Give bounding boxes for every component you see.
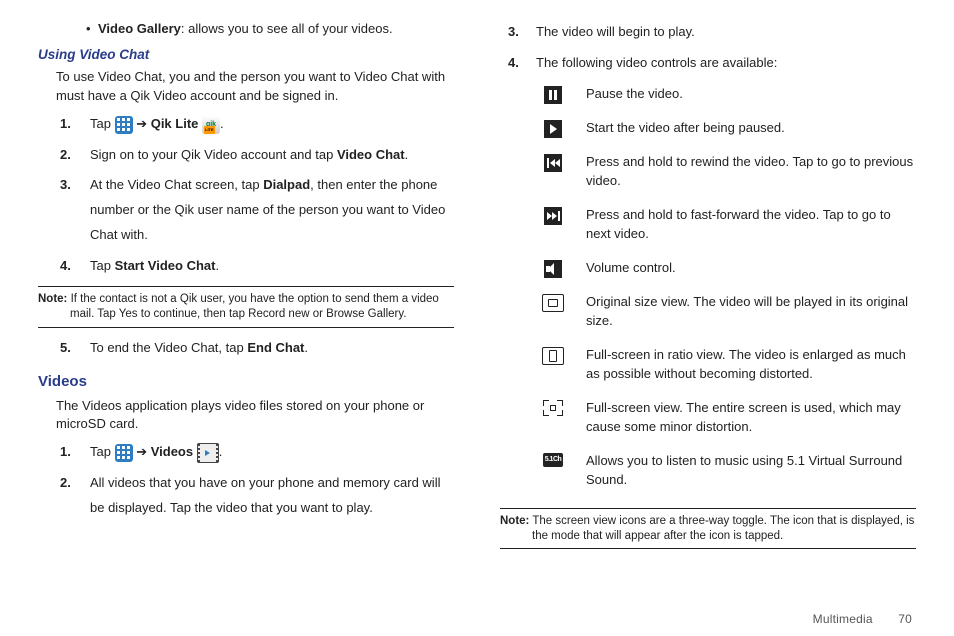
full-ratio-icon [542,347,564,365]
control-pause: Pause the video. [500,84,916,104]
volume-icon [544,260,562,278]
footer-page: 70 [898,612,912,626]
intro-text: To use Video Chat, you and the person yo… [38,68,454,106]
control-surround: 5.1Ch Allows you to listen to music usin… [500,451,916,490]
page-footer: Multimedia 70 [813,612,912,626]
surround-sound-icon: 5.1Ch [543,453,563,467]
note-screen-view: Note: The screen view icons are a three-… [500,508,916,550]
heading-videos: Videos [38,371,454,393]
play-icon [544,120,562,138]
video-step-3: 3. The video will begin to play. [500,22,916,43]
control-rewind: Press and hold to rewind the video. Tap … [500,152,916,191]
heading-using-video-chat: Using Video Chat [38,45,454,65]
control-original-size: Original size view. The video will be pl… [500,292,916,331]
original-size-icon [542,294,564,312]
left-column: Video Gallery: allows you to see all of … [38,20,454,557]
fast-forward-icon [544,207,562,225]
step-1: 1. Tap ➔ Qik Lite qik. [38,112,454,137]
note-qik-user: Note: If the contact is not a Qik user, … [38,286,454,328]
videos-intro: The Videos application plays video files… [38,397,454,435]
right-column: 3. The video will begin to play. 4. The … [500,20,916,557]
bullet-desc: : allows you to see all of your videos. [181,21,393,36]
control-forward: Press and hold to fast-forward the video… [500,205,916,244]
video-step-1: 1. Tap ➔ Videos . [38,440,454,465]
control-volume: Volume control. [500,258,916,278]
bullet-label: Video Gallery [98,21,181,36]
video-step-2: 2. All videos that you have on your phon… [38,471,454,520]
control-play: Start the video after being paused. [500,118,916,138]
control-full-screen: Full-screen view. The entire screen is u… [500,398,916,437]
apps-icon [115,116,133,134]
step-3: 3. At the Video Chat screen, tap Dialpad… [38,173,454,247]
qik-lite-icon: qik [202,116,220,134]
step-5: 5. To end the Video Chat, tap End Chat. [38,336,454,361]
apps-icon [115,444,133,462]
step-4: 4. Tap Start Video Chat. [38,254,454,279]
bullet-video-gallery: Video Gallery: allows you to see all of … [38,20,454,39]
full-screen-icon [543,400,563,416]
control-full-ratio: Full-screen in ratio view. The video is … [500,345,916,384]
pause-icon [544,86,562,104]
videos-icon [197,443,219,463]
footer-section: Multimedia [813,612,873,626]
video-step-4: 4. The following video controls are avai… [500,53,916,74]
step-2: 2. Sign on to your Qik Video account and… [38,143,454,168]
rewind-icon [544,154,562,172]
